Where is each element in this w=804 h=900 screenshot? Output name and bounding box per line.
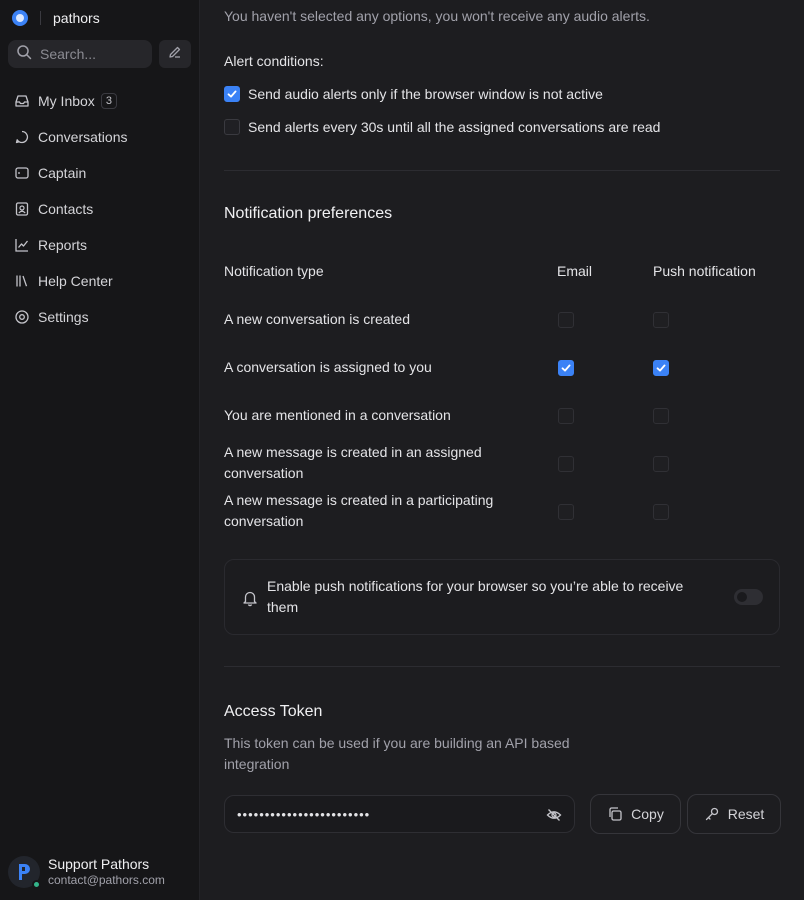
pathors-logo-icon: [19, 864, 30, 880]
search-box[interactable]: [8, 40, 152, 68]
section-divider: [224, 170, 780, 171]
new-conversation-push-checkbox[interactable]: [653, 312, 669, 328]
brand-name: pathors: [53, 10, 100, 26]
sidebar-item-help-center[interactable]: Help Center: [0, 263, 200, 299]
bell-icon: [242, 589, 258, 612]
contacts-icon: [14, 201, 30, 217]
brand-logo-icon: [12, 10, 28, 26]
mentioned-email-checkbox[interactable]: [558, 408, 574, 424]
sidebar-item-my-inbox[interactable]: My Inbox 3: [0, 83, 200, 119]
sidebar-item-label: My Inbox: [38, 93, 95, 109]
sidebar: pathors My Inbox 3 Conversations: [0, 0, 200, 900]
reset-token-button[interactable]: Reset: [687, 794, 781, 834]
check-icon: [227, 90, 237, 98]
browser-push-card: Enable push notifications for your brows…: [224, 559, 780, 635]
eye-off-icon[interactable]: [546, 807, 562, 828]
search-input[interactable]: [40, 46, 140, 62]
push-notifications-toggle[interactable]: [734, 589, 763, 605]
compose-button[interactable]: [159, 40, 191, 68]
copy-label: Copy: [631, 806, 664, 822]
reports-icon: [14, 237, 30, 253]
assigned-message-email-checkbox[interactable]: [558, 456, 574, 472]
online-status-dot: [32, 880, 41, 889]
search-icon: [16, 44, 32, 65]
audio-alerts-empty-text: You haven't selected any options, you wo…: [224, 8, 650, 24]
profile-email: contact@pathors.com: [48, 873, 165, 887]
sidebar-item-reports[interactable]: Reports: [0, 227, 200, 263]
alert-condition-window-inactive[interactable]: Send audio alerts only if the browser wi…: [224, 86, 603, 102]
profile-menu[interactable]: Support Pathors contact@pathors.com: [8, 856, 165, 889]
notification-row-label: A new message is created in a participat…: [224, 492, 494, 529]
column-header-email: Email: [557, 263, 593, 279]
repeat-30s-checkbox[interactable]: [224, 119, 240, 135]
profile-name: Support Pathors: [48, 856, 150, 872]
notification-row-label: You are mentioned in a conversation: [224, 407, 451, 423]
chat-icon: [14, 129, 30, 145]
avatar: [8, 856, 41, 889]
sidebar-item-label: Help Center: [38, 273, 113, 289]
access-token-description: This token can be used if you are buildi…: [224, 735, 570, 772]
alert-conditions-label: Alert conditions:: [224, 53, 324, 69]
brand[interactable]: pathors: [12, 8, 100, 28]
brand-divider: [40, 11, 41, 25]
notification-preferences-title: Notification preferences: [224, 205, 393, 222]
mentioned-push-checkbox[interactable]: [653, 408, 669, 424]
notification-row-label: A conversation is assigned to you: [224, 359, 432, 375]
inbox-icon: [14, 93, 30, 109]
sidebar-item-label: Conversations: [38, 129, 128, 145]
library-icon: [14, 273, 30, 289]
inbox-count-badge: 3: [100, 93, 117, 109]
notification-row-label: A new conversation is created: [224, 311, 410, 327]
copy-icon: [607, 806, 623, 822]
column-header-type: Notification type: [224, 263, 324, 279]
captain-icon: [14, 165, 30, 181]
reset-label: Reset: [727, 806, 765, 822]
assigned-push-checkbox[interactable]: [653, 360, 669, 376]
participating-message-email-checkbox[interactable]: [558, 504, 574, 520]
repeat-30s-label: Send alerts every 30s until all the assi…: [248, 119, 661, 135]
copy-token-button[interactable]: Copy: [590, 794, 681, 834]
window-inactive-label: Send audio alerts only if the browser wi…: [248, 86, 603, 102]
new-conversation-email-checkbox[interactable]: [558, 312, 574, 328]
settings-icon: [14, 309, 30, 325]
notification-row-label: A new message is created in an assigned …: [224, 444, 482, 481]
sidebar-item-captain[interactable]: Captain: [0, 155, 200, 191]
window-inactive-checkbox[interactable]: [224, 86, 240, 102]
push-card-text: Enable push notifications for your brows…: [267, 578, 684, 615]
sidebar-item-settings[interactable]: Settings: [0, 299, 200, 335]
sidebar-item-conversations[interactable]: Conversations: [0, 119, 200, 155]
assigned-message-push-checkbox[interactable]: [653, 456, 669, 472]
sidebar-nav: My Inbox 3 Conversations Captain Contact…: [0, 83, 200, 335]
participating-message-push-checkbox[interactable]: [653, 504, 669, 520]
access-token-title: Access Token: [224, 703, 323, 720]
sidebar-item-label: Contacts: [38, 201, 94, 217]
access-token-field[interactable]: ••••••••••••••••••••••••: [224, 795, 575, 833]
sidebar-item-label: Settings: [38, 309, 89, 325]
check-icon: [561, 364, 571, 372]
assigned-email-checkbox[interactable]: [558, 360, 574, 376]
section-divider: [224, 666, 780, 667]
sidebar-item-contacts[interactable]: Contacts: [0, 191, 200, 227]
column-header-push: Push notification: [653, 263, 756, 279]
key-icon: [704, 806, 720, 822]
check-icon: [656, 364, 666, 372]
sidebar-item-label: Captain: [38, 165, 87, 181]
alert-condition-repeat-30s[interactable]: Send alerts every 30s until all the assi…: [224, 119, 660, 135]
pencil-icon: [167, 44, 183, 65]
access-token-value: ••••••••••••••••••••••••: [237, 806, 371, 822]
sidebar-item-label: Reports: [38, 237, 88, 253]
